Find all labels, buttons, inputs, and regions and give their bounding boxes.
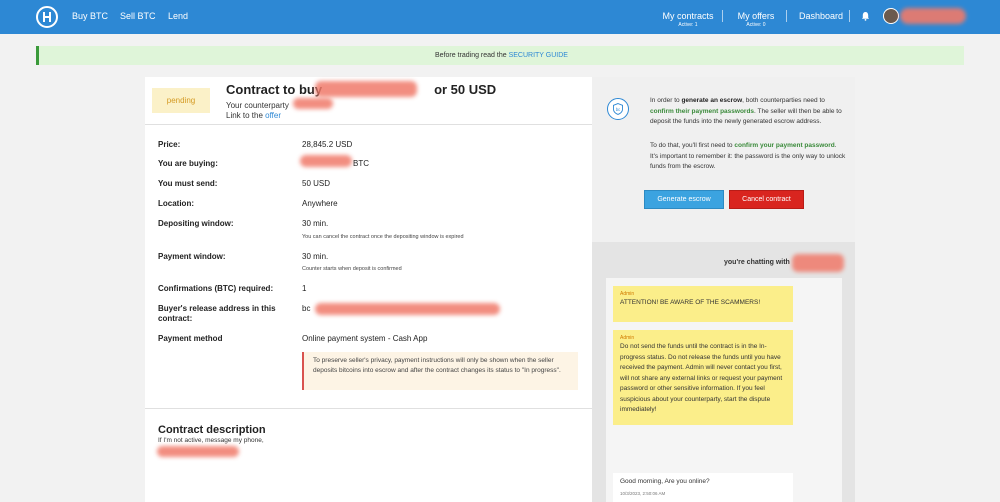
chat-panel: you're chatting with Admin ATTENTION! BE… — [592, 242, 855, 502]
privacy-note: To preserve seller's privacy, payment in… — [302, 352, 578, 390]
offer-link[interactable]: offer — [265, 111, 281, 120]
banner-text: Before trading read the — [435, 52, 509, 59]
section-divider — [145, 408, 592, 409]
location-label: Location: — [158, 199, 194, 208]
my-contracts-active: Active: 1 — [678, 22, 698, 28]
confirmations-value: 1 — [302, 284, 307, 293]
escrow-panel: bc In order to generate an escrow, both … — [592, 77, 855, 242]
escrow-text-bold: generate an escrow — [681, 97, 743, 104]
depositing-window-value: 30 min. — [302, 219, 329, 228]
user-avatar[interactable] — [883, 8, 899, 24]
title-prefix: Contract to buy — [226, 82, 323, 97]
release-address-label-2: contract: — [158, 314, 193, 323]
nav-my-offers[interactable]: My offers Active: 0 — [732, 11, 780, 28]
my-contracts-label: My contracts — [662, 11, 714, 21]
message-timestamp: 10/3/2023, 2:50:06 AM — [620, 491, 666, 496]
redacted-phone — [157, 446, 239, 457]
contract-description-text: If I'm not active, message my phone, — [158, 437, 264, 444]
confirmations-label: Confirmations (BTC) required: — [158, 284, 274, 293]
message-text: Do not send the funds until the contract… — [620, 343, 783, 413]
status-badge: pending — [152, 88, 210, 113]
title-suffix: or 50 USD — [434, 82, 497, 97]
redacted-chat-user[interactable] — [792, 254, 844, 272]
payment-method-label: Payment method — [158, 334, 223, 343]
chat-message-admin: Admin Do not send the funds until the co… — [613, 330, 793, 425]
location-value: Anywhere — [302, 199, 338, 208]
counterparty-label: Your counterparty — [226, 101, 289, 110]
escrow-text-green: confirm your payment password — [734, 142, 835, 149]
message-text: ATTENTION! BE AWARE OF THE SCAMMERS! — [620, 299, 761, 306]
escrow-text: To do that, you'll first need to — [650, 142, 735, 149]
my-offers-label: My offers — [737, 11, 775, 21]
offer-link-line: Link to the offer — [226, 111, 281, 120]
escrow-text-green: confirm their payment passwords — [650, 107, 755, 115]
nav-buy-btc[interactable]: Buy BTC — [72, 11, 108, 21]
nav-divider — [786, 10, 787, 22]
username-redacted[interactable] — [900, 8, 966, 24]
escrow-instructions-2: To do that, you'll first need to confirm… — [650, 141, 846, 173]
message-sender: Admin — [620, 335, 635, 341]
nav-lend[interactable]: Lend — [168, 11, 188, 21]
chatting-with-label: you're chatting with — [724, 259, 790, 266]
bell-icon[interactable] — [861, 11, 870, 21]
generate-escrow-button[interactable]: Generate escrow — [644, 190, 724, 209]
payment-window-value: 30 min. — [302, 252, 329, 261]
svg-text:bc: bc — [616, 107, 620, 112]
redacted-address — [315, 303, 500, 315]
escrow-text: , both counterparties need to — [742, 97, 825, 104]
nav-my-contracts[interactable]: My contracts Active: 1 — [660, 11, 716, 28]
release-address-label: Buyer's release address in this — [158, 304, 276, 313]
my-offers-active: Active: 0 — [746, 22, 766, 28]
buying-label: You are buying: — [158, 159, 218, 168]
contract-description-title: Contract description — [158, 424, 266, 436]
link-to-label: Link to the — [226, 111, 266, 120]
redacted-counterparty[interactable] — [293, 98, 333, 109]
chat-header: you're chatting with — [592, 242, 855, 277]
top-nav-bar: Buy BTC Sell BTC Lend My contracts Activ… — [0, 0, 1000, 34]
payment-method-value: Online payment system - Cash App — [302, 334, 428, 343]
chat-messages[interactable]: Admin ATTENTION! BE AWARE OF THE SCAMMER… — [606, 278, 842, 502]
price-label: Price: — [158, 140, 181, 149]
chat-message-user: Good morning, Are you online? 10/3/2023,… — [613, 473, 793, 502]
chat-message-admin: Admin ATTENTION! BE AWARE OF THE SCAMMER… — [613, 286, 793, 322]
nav-divider — [849, 10, 850, 22]
escrow-shield-icon: bc — [607, 98, 629, 120]
nav-sell-btc[interactable]: Sell BTC — [120, 11, 156, 21]
message-sender: Admin — [620, 291, 635, 297]
send-label: You must send: — [158, 179, 218, 188]
send-value: 50 USD — [302, 179, 331, 188]
redacted-amount — [315, 81, 417, 97]
payment-window-note: Counter starts when deposit is confirmed — [302, 266, 402, 272]
security-banner: Before trading read the SECURITY GUIDE — [36, 46, 964, 65]
contract-card: pending Contract to buy or 50 USD Your co… — [145, 77, 592, 502]
escrow-text: In order to — [650, 97, 682, 104]
escrow-instructions-1: In order to generate an escrow, both cou… — [650, 96, 846, 128]
buying-value: BTC — [353, 159, 369, 168]
message-text: Good morning, Are you online? — [620, 478, 710, 485]
redacted-btc-amount — [300, 155, 352, 167]
security-guide-link[interactable]: SECURITY GUIDE — [509, 52, 568, 59]
counterparty-line: Your counterparty — [226, 101, 289, 110]
depositing-window-label: Depositing window: — [158, 219, 234, 228]
nav-dashboard[interactable]: Dashboard — [799, 11, 843, 21]
release-address-value: bc — [302, 304, 311, 313]
price-value: 28,845.2 USD — [302, 140, 353, 149]
logo-icon[interactable] — [36, 6, 58, 28]
nav-divider — [722, 10, 723, 22]
depositing-window-note: You can cancel the contract once the dep… — [302, 234, 464, 240]
cancel-contract-button[interactable]: Cancel contract — [729, 190, 804, 209]
contract-header: pending Contract to buy or 50 USD Your co… — [145, 77, 592, 125]
payment-window-label: Payment window: — [158, 252, 226, 261]
